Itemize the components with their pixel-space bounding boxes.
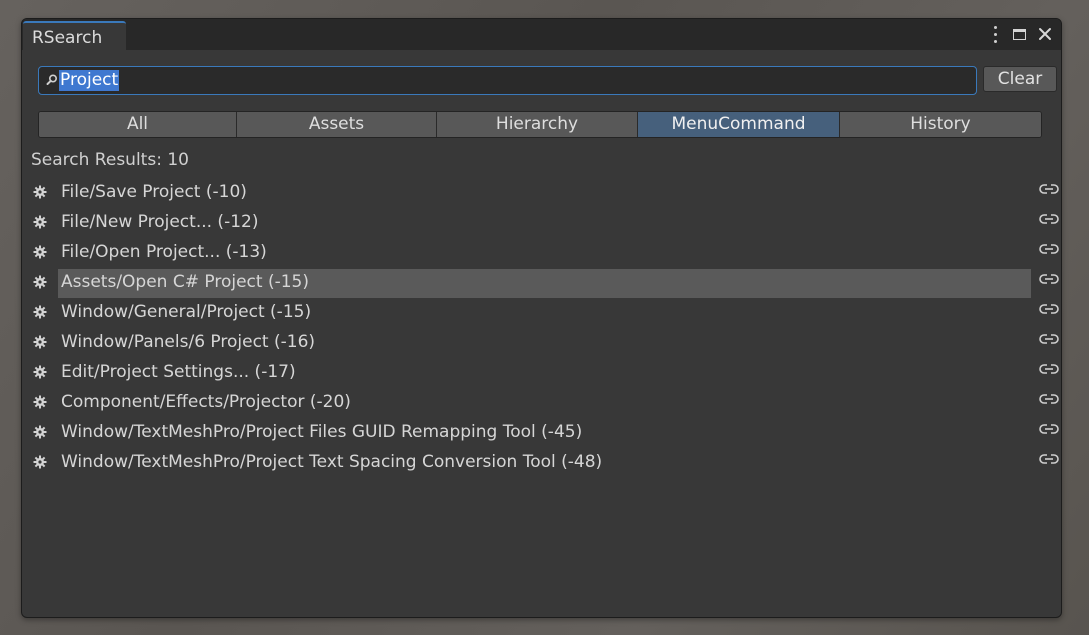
filter-tab-assets[interactable]: Assets bbox=[237, 112, 437, 137]
result-row[interactable]: Component/Effects/Projector (-20) bbox=[22, 388, 1061, 418]
filter-tabs: All Assets Hierarchy MenuCommand History bbox=[38, 111, 1042, 138]
gear-icon bbox=[33, 394, 47, 409]
result-label: File/New Project... (-12) bbox=[61, 212, 259, 232]
link-icon[interactable] bbox=[1039, 391, 1059, 405]
link-icon[interactable] bbox=[1039, 301, 1059, 315]
link-icon[interactable] bbox=[1039, 181, 1059, 195]
result-label: Window/General/Project (-15) bbox=[61, 302, 312, 322]
title-bar: RSearch bbox=[22, 19, 1061, 50]
window-tab-title: RSearch bbox=[32, 28, 103, 48]
link-icon[interactable] bbox=[1039, 241, 1059, 255]
result-label: Edit/Project Settings... (-17) bbox=[61, 362, 296, 382]
result-row[interactable]: File/New Project... (-12) bbox=[22, 208, 1061, 238]
filter-tab-hierarchy[interactable]: Hierarchy bbox=[437, 112, 638, 137]
gear-icon bbox=[33, 364, 47, 379]
close-icon[interactable] bbox=[1035, 22, 1055, 46]
search-input-value: Project bbox=[59, 70, 120, 91]
maximize-icon[interactable] bbox=[1009, 22, 1029, 46]
result-label: File/Open Project... (-13) bbox=[61, 242, 267, 262]
gear-icon bbox=[33, 184, 47, 199]
result-label: Window/Panels/6 Project (-16) bbox=[61, 332, 316, 352]
search-results-count: Search Results: 10 bbox=[31, 150, 189, 170]
rsearch-window: RSearch Project Clear All Assets Hierarchy… bbox=[21, 18, 1062, 618]
result-row[interactable]: Window/Panels/6 Project (-16) bbox=[22, 328, 1061, 358]
window-tab[interactable]: RSearch bbox=[23, 21, 126, 50]
gear-icon bbox=[33, 214, 47, 229]
kebab-menu-icon[interactable] bbox=[985, 22, 1005, 46]
filter-tab-history[interactable]: History bbox=[840, 112, 1041, 137]
link-icon[interactable] bbox=[1039, 451, 1059, 465]
result-row[interactable]: Edit/Project Settings... (-17) bbox=[22, 358, 1061, 388]
gear-icon bbox=[33, 334, 47, 349]
clear-button[interactable]: Clear bbox=[983, 66, 1057, 92]
result-label: File/Save Project (-10) bbox=[61, 182, 247, 202]
link-icon[interactable] bbox=[1039, 331, 1059, 345]
link-icon[interactable] bbox=[1039, 271, 1059, 285]
result-label: Assets/Open C# Project (-15) bbox=[61, 272, 309, 292]
results-list: File/Save Project (-10) File/New Project.… bbox=[22, 178, 1061, 478]
result-row[interactable]: Window/TextMeshPro/Project Text Spacing … bbox=[22, 448, 1061, 478]
result-label: Window/TextMeshPro/Project Files GUID Re… bbox=[61, 422, 583, 442]
search-icon bbox=[46, 74, 58, 85]
gear-icon bbox=[33, 424, 47, 439]
result-row[interactable]: Window/TextMeshPro/Project Files GUID Re… bbox=[22, 418, 1061, 448]
gear-icon bbox=[33, 244, 47, 259]
gear-icon bbox=[33, 274, 47, 289]
gear-icon bbox=[33, 304, 47, 319]
search-input[interactable]: Project bbox=[38, 66, 977, 95]
result-row[interactable]: Assets/Open C# Project (-15) bbox=[22, 268, 1061, 298]
link-icon[interactable] bbox=[1039, 421, 1059, 435]
filter-tab-all[interactable]: All bbox=[39, 112, 237, 137]
gear-icon bbox=[33, 454, 47, 469]
result-label: Window/TextMeshPro/Project Text Spacing … bbox=[61, 452, 603, 472]
link-icon[interactable] bbox=[1039, 211, 1059, 225]
result-row[interactable]: Window/General/Project (-15) bbox=[22, 298, 1061, 328]
result-row[interactable]: File/Save Project (-10) bbox=[22, 178, 1061, 208]
result-label: Component/Effects/Projector (-20) bbox=[61, 392, 351, 412]
filter-tab-menucommand[interactable]: MenuCommand bbox=[638, 112, 840, 137]
link-icon[interactable] bbox=[1039, 361, 1059, 375]
result-row[interactable]: File/Open Project... (-13) bbox=[22, 238, 1061, 268]
